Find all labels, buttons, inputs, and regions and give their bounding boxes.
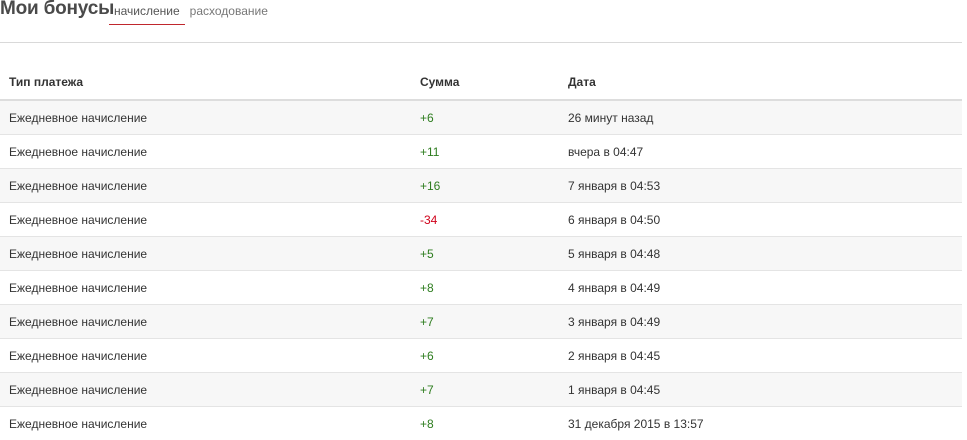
amount-cell: +7 [411,372,559,407]
table-row: Ежедневное начисление +6 26 минут назад [0,99,962,135]
table-row: Ежедневное начисление +8 4 января в 04:4… [0,270,962,305]
payment-type-cell: Ежедневное начисление [0,236,411,271]
table-row: Ежедневное начисление +7 1 января в 04:4… [0,372,962,407]
amount-cell: +8 [411,270,559,305]
date-cell: 7 января в 04:53 [559,168,962,203]
date-cell: 2 января в 04:45 [559,338,962,373]
date-cell: 4 января в 04:49 [559,270,962,305]
amount-cell: +6 [411,338,559,373]
payment-type-cell: Ежедневное начисление [0,134,411,169]
page-header: Мои бонусы начисление расходование [0,0,962,43]
table-row: Ежедневное начисление +11 вчера в 04:47 [0,134,962,169]
date-cell: 5 января в 04:48 [559,236,962,271]
amount-cell: +8 [411,406,559,440]
date-cell: 31 декабря 2015 в 13:57 [559,406,962,440]
table-header-row: Тип платежа Сумма Дата [0,64,962,101]
table-row: Ежедневное начисление +6 2 января в 04:4… [0,338,962,373]
table-row: Ежедневное начисление +5 5 января в 04:4… [0,236,962,271]
page-title: Мои бонусы [0,0,115,19]
tab-spending[interactable]: расходование [185,0,273,24]
amount-cell: +7 [411,304,559,339]
column-header-date[interactable]: Дата [559,64,962,101]
amount-cell: +5 [411,236,559,271]
table-row: Ежедневное начисление +16 7 января в 04:… [0,168,962,203]
payment-type-cell: Ежедневное начисление [0,406,411,440]
table-row: Ежедневное начисление +7 3 января в 04:4… [0,304,962,339]
amount-cell: +11 [411,134,559,169]
column-header-type[interactable]: Тип платежа [0,64,411,101]
payment-type-cell: Ежедневное начисление [0,99,411,135]
column-header-sum[interactable]: Сумма [411,64,559,101]
date-cell: 3 января в 04:49 [559,304,962,339]
amount-cell: +6 [411,99,559,135]
payment-type-cell: Ежедневное начисление [0,304,411,339]
payment-type-cell: Ежедневное начисление [0,202,411,237]
payment-type-cell: Ежедневное начисление [0,338,411,373]
table-row: Ежедневное начисление +8 31 декабря 2015… [0,406,962,440]
table-row: Ежедневное начисление -34 6 января в 04:… [0,202,962,237]
date-cell: вчера в 04:47 [559,134,962,169]
payment-type-cell: Ежедневное начисление [0,270,411,305]
date-cell: 26 минут назад [559,99,962,135]
payment-type-cell: Ежедневное начисление [0,372,411,407]
bonus-history-table: Тип платежа Сумма Дата Ежедневное начисл… [0,64,962,440]
date-cell: 6 января в 04:50 [559,202,962,237]
date-cell: 1 января в 04:45 [559,372,962,407]
tab-accrual[interactable]: начисление [109,0,185,25]
amount-cell: -34 [411,202,559,237]
amount-cell: +16 [411,168,559,203]
bonus-tabs: начисление расходование [109,0,273,26]
payment-type-cell: Ежедневное начисление [0,168,411,203]
